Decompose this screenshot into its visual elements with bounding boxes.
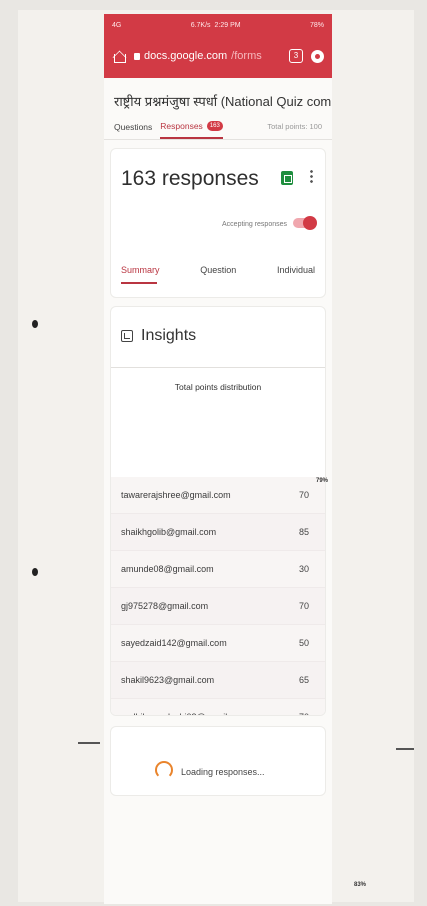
respondent-score: 50 [298, 638, 309, 648]
list-item[interactable]: shaikhgolib@gmail.com 85 [111, 514, 325, 551]
lock-icon [134, 52, 140, 60]
tab-responses-label: Responses [160, 120, 203, 131]
list-item[interactable]: sadhikapardeshi03@gmail.com 70 [111, 699, 325, 715]
network-speed: 6.7K/s [190, 21, 211, 29]
tab-responses[interactable]: Responses 163 [160, 120, 223, 139]
form-tabs: Questions Responses 163 Total points: 10… [104, 116, 332, 140]
accepting-responses-toggle[interactable] [293, 216, 317, 230]
responses-count-badge: 163 [206, 120, 223, 131]
home-icon[interactable] [112, 49, 126, 63]
accepting-responses-label: Accepting responses [222, 221, 287, 228]
points-distribution-title: Total points distribution [174, 382, 262, 392]
browser-top-bar: 4G 6.7K/s 2:29 PM 78% docs.google.com/fo… [104, 14, 332, 78]
respondent-email: shakil9623@gmail.com [121, 675, 215, 685]
respondent-score: 70 [298, 601, 309, 611]
margin-mark-bottom: 83% [354, 882, 367, 888]
more-options-icon[interactable] [310, 169, 313, 183]
respondent-score-list: tawarerajshree@gmail.com 70 shaikhgolib@gm… [111, 477, 325, 715]
punch-hole [32, 568, 38, 576]
loading-spinner-icon [155, 761, 173, 779]
responses-summary-card: 163 responses Accepting responses Summar… [110, 148, 326, 298]
respondent-email: tawarerajshree@gmail.com [121, 490, 231, 500]
response-count: 163 responses [121, 167, 259, 190]
respondent-score: 30 [298, 564, 309, 574]
paper-fold-mark [78, 742, 100, 744]
respondent-email: amunde08@gmail.com [121, 564, 214, 574]
form-title: राष्ट्रीय प्रश्नमंजुषा स्पर्धा (National… [114, 94, 332, 109]
url-path: /forms [231, 50, 262, 62]
respondent-email: gj975278@gmail.com [121, 601, 209, 611]
address-bar[interactable]: docs.google.com/forms [134, 50, 281, 62]
loading-text: Loading responses... [181, 767, 265, 777]
tab-summary[interactable]: Summary [121, 265, 160, 284]
clock: 2:29 PM [214, 21, 241, 29]
url-domain: docs.google.com [144, 50, 228, 62]
total-points: Total points: 100 [267, 122, 322, 131]
punch-hole [32, 320, 38, 328]
list-item[interactable]: sayedzaid142@gmail.com 50 [111, 625, 325, 662]
browser-menu-icon[interactable] [311, 49, 324, 63]
margin-mark-top: 79% [316, 478, 329, 484]
insights-title: Insights [141, 327, 197, 344]
respondent-score: 70 [298, 490, 309, 500]
insights-header: Insights [111, 307, 325, 345]
google-sheets-icon[interactable] [281, 171, 293, 185]
loading-card: Loading responses... [110, 726, 326, 796]
tab-question[interactable]: Question [200, 265, 236, 275]
respondent-email: sadhikapardeshi03@gmail.com [121, 712, 247, 715]
tab-switcher-icon[interactable]: 3 [289, 49, 303, 63]
respondent-score: 85 [298, 527, 309, 537]
response-view-tabs: Summary Question Individual [111, 265, 325, 284]
battery-indicator: 78% [309, 21, 324, 29]
list-item[interactable]: tawarerajshree@gmail.com 70 [111, 477, 325, 514]
insights-card: Insights Total points distribution tawar… [110, 306, 326, 716]
insights-icon [121, 330, 133, 342]
list-item[interactable]: amunde08@gmail.com 30 [111, 551, 325, 588]
list-item[interactable]: shakil9623@gmail.com 65 [111, 662, 325, 699]
respondent-email: sayedzaid142@gmail.com [121, 638, 227, 648]
respondent-score: 65 [298, 675, 309, 685]
status-bar: 4G 6.7K/s 2:29 PM 78% [104, 14, 332, 36]
tab-individual[interactable]: Individual [277, 265, 315, 275]
paper-fold-mark [396, 748, 414, 750]
phone-screen: 4G 6.7K/s 2:29 PM 78% docs.google.com/fo… [104, 14, 332, 904]
address-bar-row: docs.google.com/forms 3 [104, 36, 332, 76]
signal-indicator: 4G [112, 21, 122, 29]
list-item[interactable]: gj975278@gmail.com 70 [111, 588, 325, 625]
tab-questions[interactable]: Questions [114, 122, 152, 138]
respondent-email: shaikhgolib@gmail.com [121, 527, 217, 537]
respondent-score: 70 [299, 712, 309, 715]
